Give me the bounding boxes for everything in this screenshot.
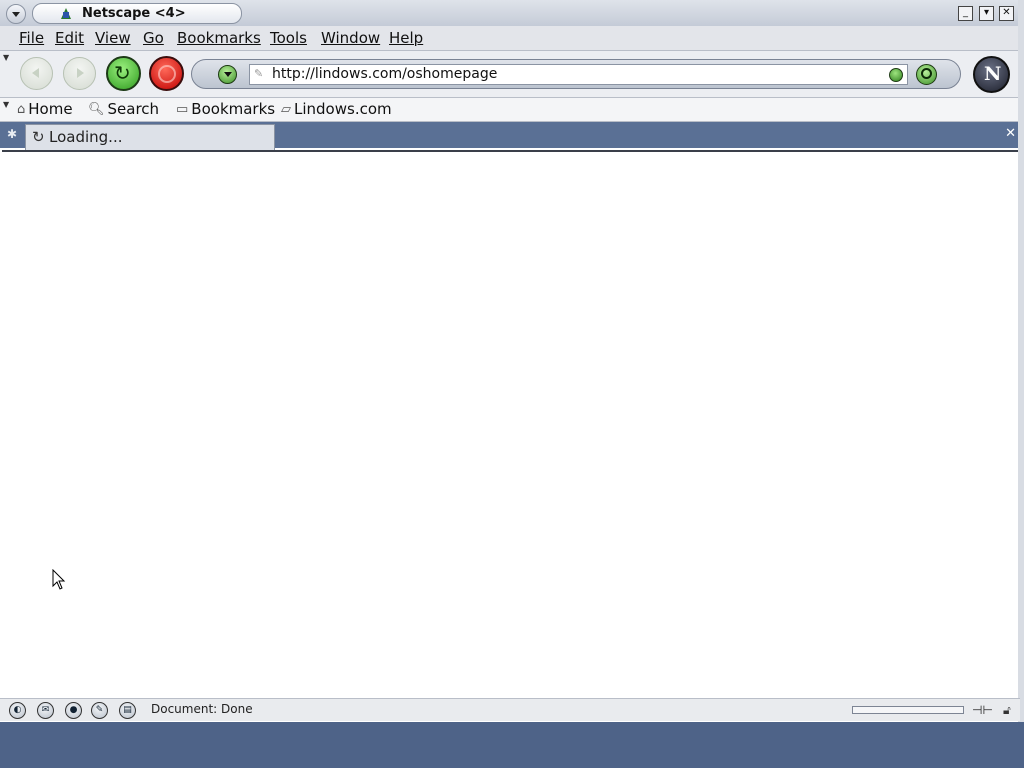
bookmarks-link[interactable]: ▭ Bookmarks <box>176 100 275 119</box>
address-book-icon[interactable]: ▤ <box>119 702 136 719</box>
composer-icon[interactable]: ✎ <box>91 702 108 719</box>
netscape-logo-icon <box>61 8 71 19</box>
home-label: Home <box>28 100 73 118</box>
window-right-edge <box>1018 0 1024 722</box>
bookmarks-label: Bookmarks <box>191 100 276 118</box>
folder-icon: ▭ <box>176 101 189 117</box>
new-tab-icon[interactable]: ✱ <box>7 127 17 141</box>
netscape-throbber[interactable]: N <box>973 56 1010 93</box>
mouse-cursor-icon <box>52 569 66 590</box>
progress-bar <box>852 706 964 714</box>
maximize-button[interactable]: ▾ <box>979 6 994 21</box>
menu-go[interactable]: Go <box>143 29 164 47</box>
loading-spinner-icon: ↻ <box>32 128 45 146</box>
window-menu-button[interactable] <box>6 4 26 24</box>
url-input[interactable]: ✎ http://lindows.com/oshomepage <box>249 64 908 85</box>
title-bar: Netscape <4> _ ▾ ✕ <box>0 0 1024 27</box>
page-icon: ✎ <box>254 67 264 80</box>
page-content[interactable] <box>2 150 1018 698</box>
menu-bookmarks[interactable]: Bookmarks <box>177 29 261 47</box>
toolbar-grip-icon[interactable]: ▼ <box>3 101 11 109</box>
window-title-pill: Netscape <4> <box>32 3 242 24</box>
home-link[interactable]: ⌂ Home <box>17 100 73 119</box>
bookmark-page-icon: ▱ <box>281 101 291 117</box>
search-label: Search <box>107 100 160 118</box>
mail-icon[interactable]: ✉ <box>37 702 54 719</box>
instant-messenger-icon[interactable]: ● <box>65 702 82 719</box>
status-bar: ◐ ✉ ● ✎ ▤ Document: Done ⊣⊢ 🔓︎ <box>0 698 1020 721</box>
security-lock-icon[interactable]: 🔓︎ <box>1003 703 1011 717</box>
lindows-link[interactable]: ▱ Lindows.com <box>281 100 392 119</box>
online-status-icon[interactable]: ⊣⊢ <box>972 703 993 717</box>
url-dropdown-icon[interactable] <box>889 68 903 82</box>
status-text: Document: Done <box>151 702 253 716</box>
navigation-toolbar: ▼ ↻ ✎ http://lindows.com/oshomepage N <box>0 51 1024 98</box>
forward-button[interactable] <box>63 57 96 90</box>
reload-icon: ↻ <box>114 61 131 85</box>
tab-label: Loading... <box>49 128 123 146</box>
menu-window[interactable]: Window <box>321 29 380 47</box>
url-text[interactable]: http://lindows.com/oshomepage <box>272 65 497 84</box>
url-search-button[interactable] <box>916 64 937 85</box>
menu-bar: File Edit View Go Bookmarks Tools Window… <box>0 26 1024 51</box>
reload-button[interactable]: ↻ <box>106 56 141 91</box>
back-button[interactable] <box>20 57 53 90</box>
tab-active[interactable]: ↻ Loading... <box>25 124 275 150</box>
url-bar-container: ✎ http://lindows.com/oshomepage <box>191 59 961 89</box>
menu-tools[interactable]: Tools <box>270 29 307 47</box>
close-button[interactable]: ✕ <box>999 6 1014 21</box>
menu-file[interactable]: File <box>19 29 44 47</box>
menu-edit[interactable]: Edit <box>55 29 84 47</box>
search-link[interactable]: 🔍︎ Search <box>88 100 159 119</box>
desktop-background <box>0 722 1024 768</box>
search-icon: 🔍︎ <box>88 101 105 117</box>
window-title: Netscape <4> <box>82 6 186 21</box>
browser-window: Netscape <4> _ ▾ ✕ File Edit View Go Boo… <box>0 0 1024 722</box>
home-icon: ⌂ <box>17 101 26 117</box>
url-history-dropdown-button[interactable] <box>218 65 237 84</box>
menu-help[interactable]: Help <box>389 29 423 47</box>
stop-button[interactable] <box>149 56 184 91</box>
close-tab-icon[interactable]: ✕ <box>1005 126 1016 142</box>
menu-view[interactable]: View <box>95 29 131 47</box>
navigator-icon[interactable]: ◐ <box>9 702 26 719</box>
personal-toolbar: ▼ ⌂ Home 🔍︎ Search ▭ Bookmarks ▱ Lindows.com <box>0 98 1024 122</box>
netscape-n-icon: N <box>984 63 1002 85</box>
minimize-button[interactable]: _ <box>958 6 973 21</box>
lindows-label: Lindows.com <box>294 100 392 118</box>
tab-bar: ✱ ↻ Loading... ✕ <box>0 122 1020 150</box>
toolbar-grip-icon[interactable]: ▼ <box>3 54 11 62</box>
